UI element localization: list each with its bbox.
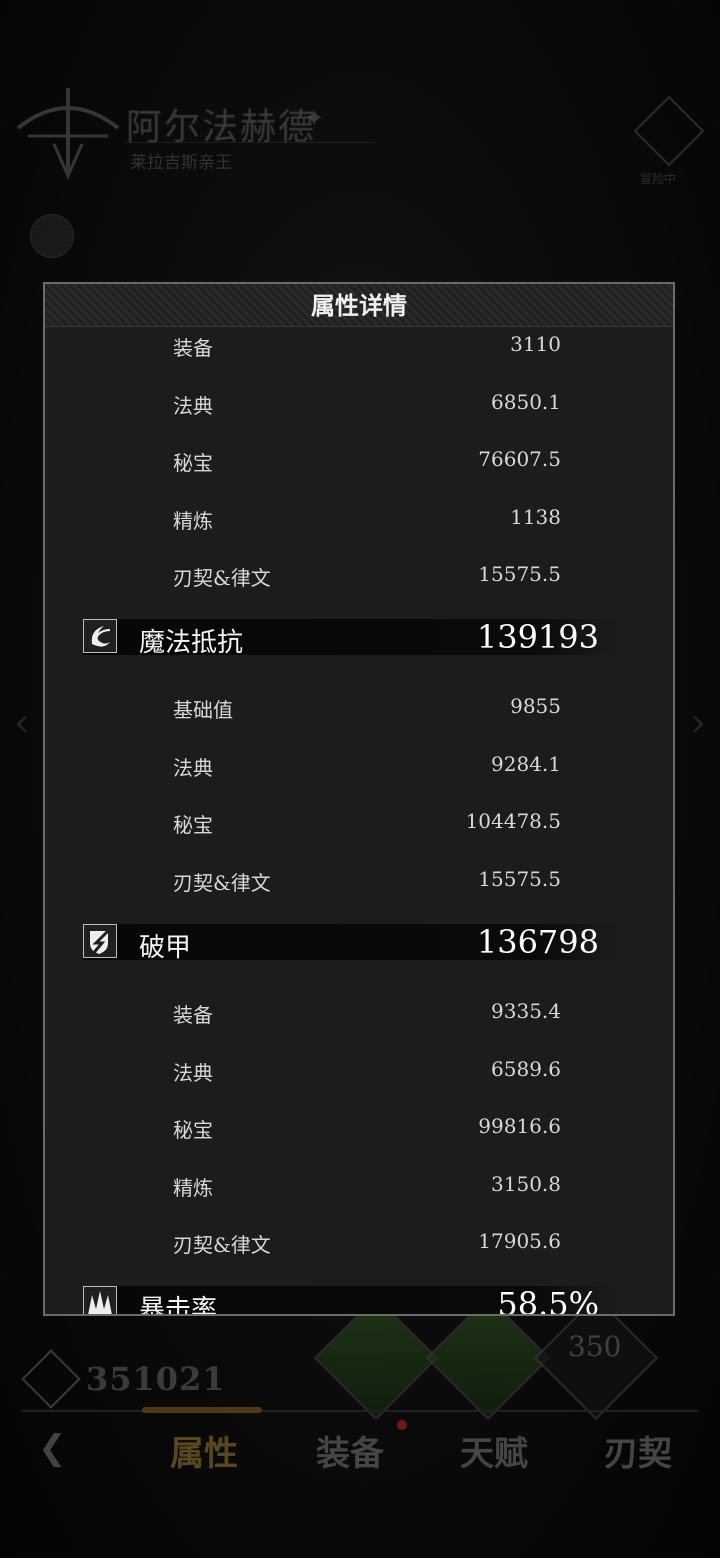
row-label: 精炼 [173,509,213,533]
list-item: 装备 9335.4 [45,991,673,1031]
row-value: 3150.8 [491,1172,561,1196]
crit-icon [83,1286,117,1314]
row-value: 9855 [510,694,561,718]
list-item: 秘宝 76607.5 [45,439,673,479]
category-name: 破甲 [139,933,192,963]
list-item: 刃契&律文 15575.5 [45,554,673,594]
row-label: 法典 [173,1061,213,1085]
category-magic-resist: 魔法抵抗 139193 [83,618,617,658]
list-item: 秘宝 99816.6 [45,1106,673,1146]
row-value: 3110 [510,332,561,356]
attribute-detail-modal: 属性详情 装备 3110 法典 6850.1 秘宝 76607.5 精炼 113… [43,282,675,1316]
row-label: 法典 [173,756,213,780]
row-label: 法典 [173,394,213,418]
armor-break-icon [83,924,117,958]
list-item: 精炼 1138 [45,497,673,537]
row-label: 基础值 [173,698,233,722]
category-crit-rate: 暴击率 58.5% [83,1285,617,1314]
category-total: 58.5% [497,1285,599,1314]
list-item: 法典 6589.6 [45,1049,673,1089]
modal-title: 属性详情 [311,291,407,320]
row-value: 6589.6 [491,1057,561,1081]
list-item: 法典 6850.1 [45,382,673,422]
row-label: 刃契&律文 [173,566,271,590]
list-item: 精炼 3150.8 [45,1164,673,1204]
row-value: 6850.1 [491,390,561,414]
magic-resist-icon [83,619,117,653]
row-label: 秘宝 [173,451,213,475]
row-label: 精炼 [173,1176,213,1200]
row-label: 装备 [173,1003,213,1027]
attribute-list[interactable]: 装备 3110 法典 6850.1 秘宝 76607.5 精炼 1138 刃契&… [45,326,673,1314]
row-label: 秘宝 [173,813,213,837]
row-value: 1138 [510,505,561,529]
list-item: 法典 9284.1 [45,744,673,784]
row-value: 99816.6 [478,1114,561,1138]
row-value: 9284.1 [491,752,561,776]
category-armor-break: 破甲 136798 [83,923,617,963]
row-value: 104478.5 [465,809,561,833]
category-total: 136798 [476,923,599,961]
row-value: 15575.5 [478,867,561,891]
list-item: 装备 3110 [45,326,673,364]
list-item: 秘宝 104478.5 [45,801,673,841]
row-value: 9335.4 [491,999,561,1023]
category-name: 暴击率 [139,1295,218,1314]
row-label: 秘宝 [173,1118,213,1142]
category-name: 魔法抵抗 [139,628,244,658]
list-item: 刃契&律文 15575.5 [45,859,673,899]
list-item: 基础值 9855 [45,686,673,726]
row-value: 76607.5 [478,447,561,471]
list-item: 刃契&律文 17905.6 [45,1221,673,1261]
row-label: 装备 [173,336,213,360]
category-total: 139193 [476,618,599,656]
row-label: 刃契&律文 [173,1233,271,1257]
row-value: 17905.6 [478,1229,561,1253]
row-value: 15575.5 [478,562,561,586]
modal-header: 属性详情 [45,284,673,327]
row-label: 刃契&律文 [173,871,271,895]
